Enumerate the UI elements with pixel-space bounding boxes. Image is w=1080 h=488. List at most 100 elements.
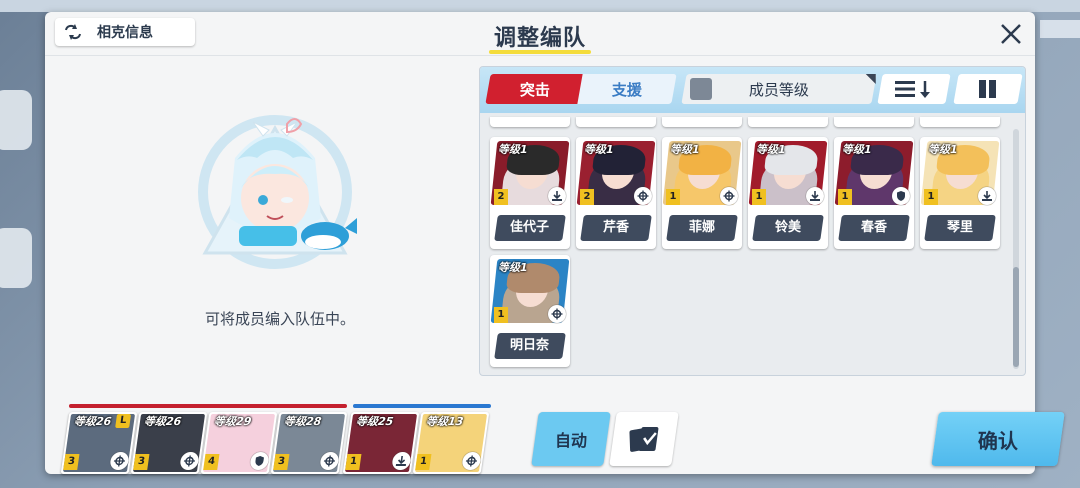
preset-cards-button[interactable]: [609, 412, 679, 466]
download-role-icon: [548, 187, 566, 205]
grid-view-icon: [979, 80, 996, 98]
star-rank-badge: 1: [345, 454, 362, 470]
star-rank-badge: 2: [580, 189, 594, 205]
list-item-partial: [576, 117, 656, 127]
formation-slot[interactable]: 等级25 1: [342, 412, 420, 474]
member-level: 等级1: [584, 143, 614, 156]
confirm-button[interactable]: 确认: [931, 412, 1065, 466]
member-roster-panel: 突击 支援 成员等级 等级1 2 佳代子 等级1 2 芹香 等级1 1 菲娜 等…: [479, 66, 1026, 376]
star-rank-badge: 3: [273, 454, 290, 470]
dialog-header: 相克信息 调整编队: [45, 12, 1035, 56]
dialog-title: 调整编队: [493, 26, 586, 51]
target-role-icon: [548, 305, 566, 323]
star-rank-badge: 1: [415, 454, 432, 470]
background-status-strip: [0, 0, 1080, 12]
member-card[interactable]: 等级1 1 春香: [834, 137, 914, 249]
star-rank-badge: 1: [838, 189, 852, 205]
member-name-plate: 明日奈: [494, 333, 566, 359]
formation-slot[interactable]: 等级26 L 3: [60, 412, 138, 474]
member-name-plate: 佳代子: [494, 215, 566, 241]
member-name-plate: 春香: [838, 215, 910, 241]
funnel-icon: [690, 78, 712, 100]
list-item-partial: [834, 117, 914, 127]
slot-level: 等级28: [283, 415, 323, 428]
member-card[interactable]: 等级1 2 芹香: [576, 137, 656, 249]
sort-descending-icon: [895, 81, 930, 98]
target-role-icon: [634, 187, 652, 205]
member-card[interactable]: 等级1 2 佳代子: [490, 137, 570, 249]
background-right-tab: [1040, 20, 1080, 38]
star-rank-badge: 4: [203, 454, 220, 470]
member-name: 芹香: [602, 220, 629, 235]
formation-slot[interactable]: 等级29 4: [200, 412, 278, 474]
special-group-line: [353, 404, 491, 408]
member-level: 等级1: [498, 261, 528, 274]
member-name: 明日奈: [510, 338, 550, 353]
slot-level: 等级26: [143, 415, 183, 428]
target-role-icon: [720, 187, 738, 205]
member-name: 佳代子: [510, 220, 550, 235]
star-rank-badge: 3: [63, 454, 80, 470]
roster-scrollbar-thumb[interactable]: [1013, 267, 1019, 367]
member-level: 等级1: [498, 143, 528, 156]
member-card[interactable]: 等级1 1 菲娜: [662, 137, 742, 249]
slot-level: 等级26: [73, 415, 113, 428]
star-rank-badge: 3: [133, 454, 150, 470]
cards-icon: [629, 427, 659, 452]
auto-formation-label: 自动: [554, 431, 587, 450]
member-card[interactable]: 等级1 1 琴里: [920, 137, 1000, 249]
tab-striker-label: 突击: [519, 80, 550, 99]
tab-special[interactable]: 支援: [577, 74, 677, 104]
formation-slot[interactable]: 等级13 1: [412, 412, 490, 474]
view-mode-button[interactable]: [953, 74, 1023, 104]
member-card[interactable]: 等级1 1 铃美: [748, 137, 828, 249]
star-rank-badge: 1: [494, 307, 508, 323]
star-rank-badge: 1: [666, 189, 680, 205]
sort-order-button[interactable]: [877, 74, 951, 104]
filter-label: 成员等级: [748, 80, 809, 99]
slot-level: 等级25: [355, 415, 395, 428]
member-name-plate: 琴里: [924, 215, 996, 241]
filter-dropdown[interactable]: 成员等级: [681, 74, 877, 104]
striker-group-line: [69, 404, 347, 408]
formation-dialog: 相克信息 调整编队 可将成员编入队伍中。 突击 支援 成员等级 等级1 2 佳代…: [45, 12, 1065, 474]
slot-level: 等级13: [425, 415, 465, 428]
member-level: 等级1: [670, 143, 700, 156]
dropdown-corner-icon: [865, 74, 876, 84]
close-icon[interactable]: [997, 20, 1025, 48]
tab-striker[interactable]: 突击: [485, 74, 585, 104]
list-item-partial: [748, 117, 828, 127]
title-underline: [489, 50, 591, 54]
member-name: 菲娜: [688, 220, 715, 235]
formation-slot[interactable]: 等级28 3: [270, 412, 348, 474]
star-rank-badge: 1: [752, 189, 766, 205]
download-role-icon: [978, 187, 996, 205]
member-name-plate: 铃美: [752, 215, 824, 241]
member-name: 铃美: [774, 220, 801, 235]
slot-level: 等级29: [213, 415, 253, 428]
member-name: 琴里: [946, 220, 973, 235]
background-chat-button: [0, 228, 32, 288]
formation-slot[interactable]: 等级26 3: [130, 412, 208, 474]
list-item-partial: [490, 117, 570, 127]
confirm-label: 确认: [978, 428, 1018, 453]
member-card[interactable]: 等级1 1 明日奈: [490, 255, 570, 367]
roster-toolbar: 突击 支援 成员等级: [480, 67, 1025, 113]
empty-team-illustration: [198, 115, 357, 269]
list-item-partial: [662, 117, 742, 127]
member-level: 等级1: [928, 143, 958, 156]
shield-role-icon: [892, 187, 910, 205]
member-name-plate: 菲娜: [666, 215, 738, 241]
star-rank-badge: 1: [924, 189, 938, 205]
list-item-partial: [920, 117, 1000, 127]
member-name-plate: 芹香: [580, 215, 652, 241]
auto-formation-button[interactable]: 自动: [531, 412, 611, 466]
member-level: 等级1: [842, 143, 872, 156]
member-level: 等级1: [756, 143, 786, 156]
member-name: 春香: [860, 220, 887, 235]
tab-special-label: 支援: [611, 80, 642, 99]
empty-team-message: 可将成员编入队伍中。: [204, 310, 355, 328]
leader-badge: L: [115, 414, 132, 428]
star-rank-badge: 2: [494, 189, 508, 205]
background-side-tab: [0, 90, 32, 150]
